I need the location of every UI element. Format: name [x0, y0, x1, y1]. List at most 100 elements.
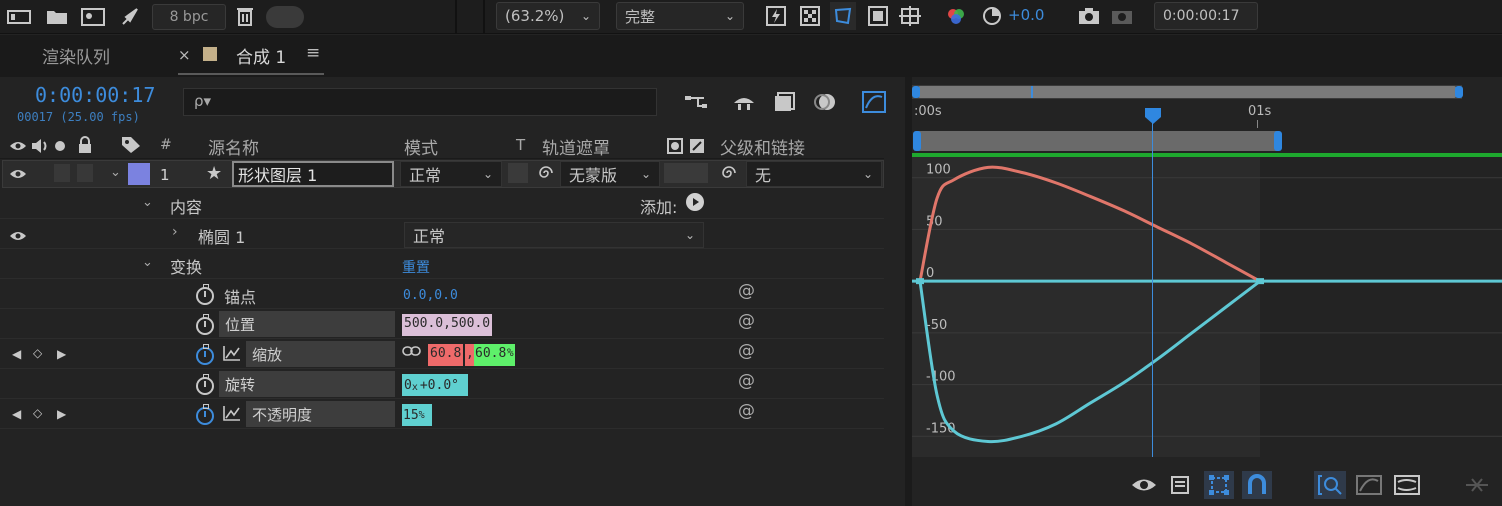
scale-stopwatch-icon[interactable]	[196, 344, 214, 365]
work-area-start-handle[interactable]	[913, 131, 921, 151]
scale-graph-icon[interactable]	[222, 343, 242, 363]
anchor-stopwatch-icon[interactable]	[196, 284, 214, 305]
next-keyframe-opacity-icon[interactable]: ▶	[57, 407, 66, 421]
column-track-matte[interactable]: 轨道遮罩	[542, 134, 610, 159]
layer-label-color[interactable]	[128, 163, 150, 185]
preserve-transparency-switch[interactable]	[508, 163, 528, 183]
constrain-proportions-link-icon[interactable]	[402, 343, 422, 359]
scale-y-value[interactable]: 60.8	[474, 344, 508, 366]
prev-keyframe-opacity-icon[interactable]: ◀	[12, 407, 21, 421]
lock-switch[interactable]	[77, 164, 93, 182]
fast-preview-icon[interactable]	[764, 4, 788, 28]
layer-name-field[interactable]: 形状图层 1	[232, 161, 394, 187]
fit-all-icon[interactable]	[1354, 473, 1384, 497]
scale-x-value[interactable]: 60.8	[428, 344, 464, 366]
work-area-bar[interactable]	[916, 131, 1280, 151]
navigator-range[interactable]	[918, 86, 1456, 98]
transform-box-icon[interactable]	[1204, 471, 1234, 499]
column-mode[interactable]: 模式	[404, 134, 438, 159]
rotation-expression-pickwhip-icon[interactable]: @	[738, 371, 755, 391]
position-value[interactable]: 500.0,500.0	[402, 314, 493, 336]
show-snapshot-icon[interactable]	[1110, 4, 1134, 28]
playhead-handle-icon[interactable]	[1144, 107, 1162, 129]
scale-expression-pickwhip-icon[interactable]: @	[738, 341, 755, 361]
easy-ease-icon[interactable]	[1462, 473, 1492, 497]
exposure-icon[interactable]	[980, 4, 1004, 28]
add-keyframe-scale-icon[interactable]: ◇	[33, 346, 42, 360]
column-parent-link[interactable]: 父级和链接	[720, 134, 805, 159]
add-keyframe-opacity-icon[interactable]: ◇	[33, 406, 42, 420]
reset-link[interactable]: 重置	[402, 257, 430, 277]
graph-type-menu-icon[interactable]	[1168, 473, 1194, 497]
expand-ellipse-chevron-icon[interactable]: ›	[172, 224, 178, 240]
camera-snapshot-icon[interactable]	[1076, 4, 1102, 28]
grid-guides-icon[interactable]	[898, 4, 922, 28]
anchor-expression-pickwhip-icon[interactable]: @	[738, 281, 755, 301]
rotation-value-box[interactable]: 0 x +0.0 °	[402, 374, 468, 396]
work-area-end-handle[interactable]	[1274, 131, 1282, 151]
show-properties-eye-icon[interactable]	[1130, 473, 1158, 497]
exposure-value[interactable]: +0.0	[1008, 6, 1044, 24]
parent-pickwhip-icon[interactable]	[718, 163, 740, 183]
position-expression-pickwhip-icon[interactable]: @	[738, 311, 755, 331]
navigator-end-handle[interactable]	[1455, 86, 1463, 98]
matte-pickwhip-icon[interactable]	[536, 163, 556, 183]
layer-mode-dropdown[interactable]: 正常 ⌄	[400, 161, 502, 187]
ellipse-visibility-eye-icon[interactable]	[8, 228, 28, 244]
tab-render-queue[interactable]: 渲染队列	[42, 43, 110, 68]
expand-transform-chevron-icon[interactable]: ⌄	[142, 255, 153, 270]
shy-layers-icon[interactable]	[731, 91, 757, 113]
parent-dropdown[interactable]: 无 ⌄	[746, 161, 882, 187]
add-label[interactable]: 添加:	[640, 194, 677, 218]
position-stopwatch-icon[interactable]	[196, 314, 214, 335]
opacity-expression-pickwhip-icon[interactable]: @	[738, 401, 755, 421]
add-play-icon[interactable]	[686, 193, 704, 211]
tab-composition[interactable]: 合成 1	[236, 43, 286, 68]
ellipse-mode-dropdown[interactable]: 正常 ⌄	[404, 222, 704, 248]
close-tab-icon[interactable]: ×	[178, 46, 191, 64]
render-icon[interactable]	[6, 6, 32, 28]
rocket-icon[interactable]	[118, 6, 142, 28]
fit-selection-icon[interactable]	[1314, 471, 1346, 499]
keyframe-marker[interactable]	[1256, 278, 1264, 285]
safe-area-icon[interactable]	[866, 4, 890, 28]
value-graph[interactable]: 100500-50-100-150	[912, 157, 1502, 457]
column-source-name[interactable]: 源名称	[208, 134, 259, 159]
color-channels-icon[interactable]	[944, 4, 968, 28]
transparency-grid-icon[interactable]	[798, 4, 822, 28]
search-input[interactable]: ρ▾	[183, 88, 657, 116]
bpc-indicator[interactable]: 8 bpc	[152, 4, 226, 30]
zoom-dropdown[interactable]: (63.2%) ⌄	[496, 2, 600, 30]
opacity-graph-icon[interactable]	[222, 403, 242, 423]
motion-blur-icon[interactable]	[812, 91, 838, 113]
prev-keyframe-scale-icon[interactable]: ◀	[12, 347, 21, 361]
visibility-eye-icon[interactable]	[8, 166, 28, 182]
next-keyframe-scale-icon[interactable]: ▶	[57, 347, 66, 361]
keyframe-marker[interactable]	[916, 278, 924, 285]
toggle-switch[interactable]	[266, 6, 304, 28]
trash-icon[interactable]	[234, 5, 256, 27]
folder-icon[interactable]	[44, 6, 70, 28]
resolution-dropdown[interactable]: 完整 ⌄	[616, 2, 744, 30]
current-time[interactable]: 0:00:00:17	[35, 83, 155, 107]
anchor-value[interactable]: 0.0,0.0	[403, 288, 458, 303]
expand-layer-chevron-icon[interactable]: ⌄	[110, 165, 121, 180]
navigator-start-handle[interactable]	[912, 86, 920, 98]
frame-blending-icon[interactable]	[773, 91, 797, 113]
expand-contents-chevron-icon[interactable]: ⌄	[142, 195, 153, 210]
track-matte-dropdown[interactable]: 无蒙版 ⌄	[560, 161, 660, 187]
audio-switch[interactable]	[54, 164, 70, 182]
mask-path-icon[interactable]	[830, 2, 856, 30]
panel-menu-icon[interactable]: ≡	[306, 43, 320, 63]
snap-magnet-icon[interactable]	[1242, 471, 1272, 499]
graph-editor-icon[interactable]	[860, 89, 888, 115]
pane-splitter[interactable]	[905, 77, 912, 506]
separate-dimensions-icon[interactable]	[1392, 473, 1422, 497]
timecode-display[interactable]: 0:00:00:17	[1154, 2, 1258, 30]
opacity-stopwatch-icon[interactable]	[196, 404, 214, 425]
comp-mini-flowchart-icon[interactable]	[683, 91, 709, 113]
rotation-stopwatch-icon[interactable]	[196, 374, 214, 395]
opacity-value-box[interactable]: 15 %	[402, 404, 432, 426]
matte-switch-cell[interactable]	[664, 163, 708, 183]
composition-icon[interactable]	[80, 6, 106, 28]
